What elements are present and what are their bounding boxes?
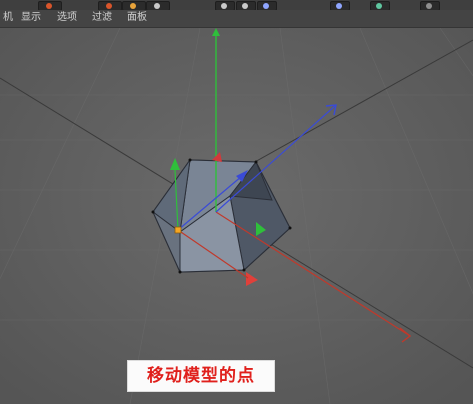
material-icon (130, 3, 136, 9)
render-icon (106, 3, 112, 9)
selected-point[interactable] (174, 226, 182, 234)
tool-icon (336, 3, 342, 9)
menu-item-camera[interactable]: 机 (3, 12, 13, 24)
viewport-menubar: 机 显示 选项 过滤 面板 (0, 10, 473, 28)
object-icon (154, 3, 160, 9)
tool-icon (263, 3, 269, 9)
menu-item-filter[interactable]: 过滤 (92, 12, 112, 24)
tool-icon (221, 3, 227, 9)
model-vertex[interactable] (254, 160, 258, 164)
model-vertex[interactable] (242, 268, 246, 272)
menu-item-options[interactable]: 选项 (57, 12, 77, 24)
model-vertex[interactable] (178, 270, 182, 274)
tool-icon (242, 3, 248, 9)
menu-item-display[interactable]: 显示 (21, 12, 41, 24)
tool-icon (376, 3, 382, 9)
caption-label: 移动模型的点 (127, 360, 275, 392)
menu-item-panel[interactable]: 面板 (127, 12, 147, 24)
model-vertex[interactable] (288, 226, 292, 230)
sphere-icon (46, 3, 52, 9)
tool-icon (426, 3, 432, 9)
model-vertex[interactable] (151, 210, 155, 214)
model-vertex[interactable] (188, 158, 192, 162)
3d-viewport[interactable] (0, 28, 473, 404)
